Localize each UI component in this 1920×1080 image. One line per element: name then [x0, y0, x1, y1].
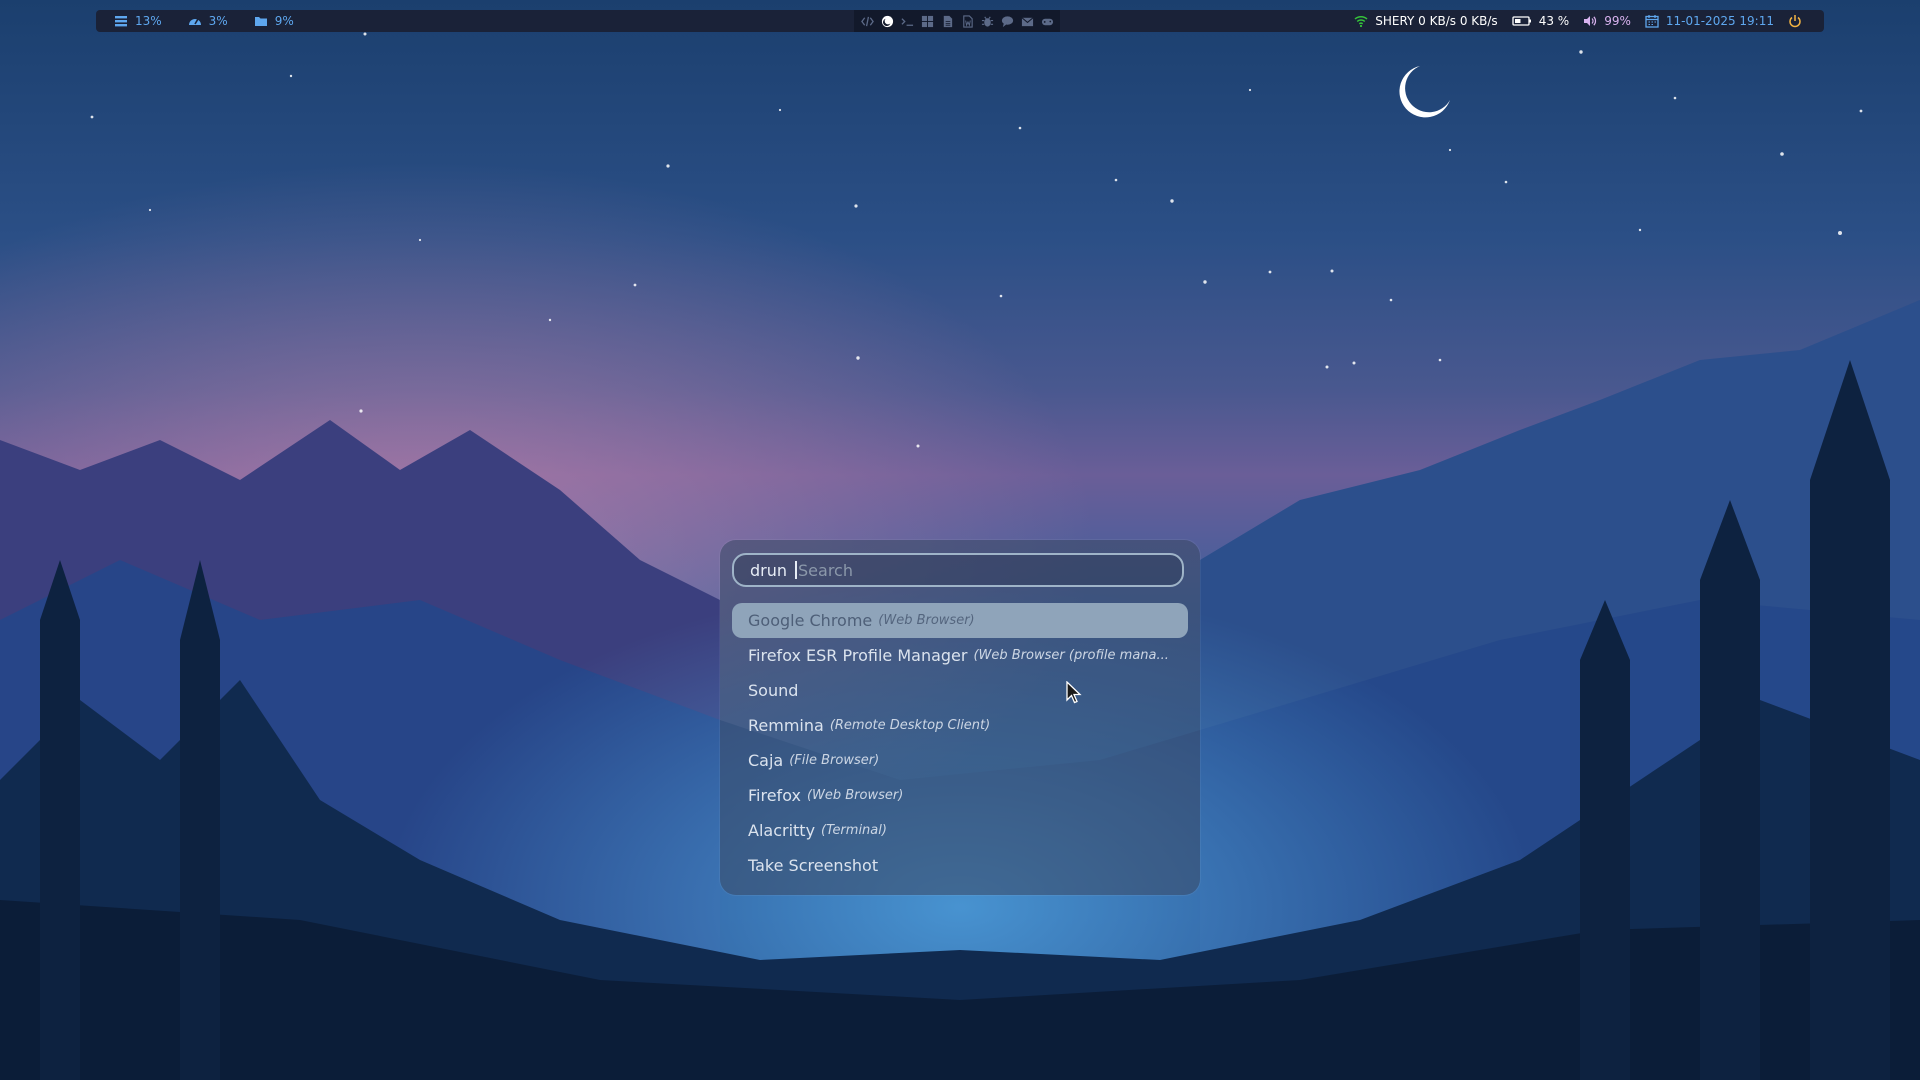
search-input[interactable] — [798, 560, 1159, 580]
workspace-switcher — [854, 10, 1060, 32]
speedometer-icon — [188, 14, 202, 28]
result-item-firefox[interactable]: Firefox (Web Browser) — [732, 778, 1188, 813]
chat-icon[interactable] — [1000, 14, 1014, 28]
cpu-usage-stat[interactable]: 3% — [188, 14, 228, 28]
terminal-icon[interactable] — [900, 14, 914, 28]
result-item-take-screenshot[interactable]: Take Screenshot — [732, 848, 1188, 883]
volume-status[interactable]: 99% — [1583, 14, 1631, 28]
battery-icon — [1512, 14, 1532, 28]
storage-icon — [114, 14, 128, 28]
network-status-text: SHERY 0 KB/s 0 KB/s — [1375, 14, 1498, 28]
result-item-alacritty[interactable]: Alacritty (Terminal) — [732, 813, 1188, 848]
gamepad-icon[interactable] — [1040, 14, 1054, 28]
result-item-remmina[interactable]: Remmina (Remote Desktop Client) — [732, 708, 1188, 743]
search-box[interactable]: drun — [732, 553, 1184, 587]
battery-status[interactable]: 43 % — [1512, 14, 1570, 28]
result-description: (Remote Desktop Client) — [829, 718, 991, 733]
code-icon[interactable] — [860, 14, 874, 28]
result-name: Firefox — [748, 786, 801, 805]
wifi-icon — [1354, 14, 1368, 28]
datetime-value: 11-01-2025 19:11 — [1665, 14, 1774, 28]
result-item-caja[interactable]: Caja (File Browser) — [732, 743, 1188, 778]
bug-icon[interactable] — [980, 14, 994, 28]
result-name: Google Chrome — [748, 611, 873, 630]
result-description: (File Browser) — [789, 753, 880, 768]
result-item-firefox-esr-profile-manager[interactable]: Firefox ESR Profile Manager (Web Browser… — [732, 638, 1188, 673]
result-name: Sound — [748, 681, 799, 700]
top-status-bar: 13% 3% 9% SHERY 0 KB/s 0 KB/s 43 % 99% 1… — [96, 10, 1824, 32]
network-status[interactable]: SHERY 0 KB/s 0 KB/s — [1354, 14, 1498, 28]
word-icon[interactable] — [960, 14, 974, 28]
folder-usage-value: 9% — [274, 14, 294, 28]
result-name: Alacritty — [748, 821, 816, 840]
document-icon[interactable] — [940, 14, 954, 28]
result-name: Firefox ESR Profile Manager — [748, 646, 968, 665]
result-item-sound[interactable]: Sound — [732, 673, 1188, 708]
result-name: Remmina — [748, 716, 824, 735]
mouse-pointer-icon — [1066, 681, 1082, 704]
result-item-google-chrome[interactable]: Google Chrome (Web Browser) — [732, 603, 1188, 638]
folder-icon — [254, 14, 268, 28]
result-description: (Web Browser (profile mana... — [973, 648, 1169, 663]
text-cursor — [795, 561, 798, 579]
power-icon[interactable] — [1788, 14, 1802, 28]
system-tray: SHERY 0 KB/s 0 KB/s 43 % 99% 11-01-2025 … — [1354, 10, 1802, 32]
result-name: Take Screenshot — [748, 856, 879, 875]
mail-icon[interactable] — [1020, 14, 1034, 28]
app-launcher: drun Google Chrome (Web Browser) Firefox… — [720, 540, 1200, 895]
volume-icon — [1583, 14, 1597, 28]
folder-usage-stat[interactable]: 9% — [254, 14, 294, 28]
result-description: (Terminal) — [821, 823, 887, 838]
system-stats: 13% 3% 9% — [114, 10, 294, 32]
datetime-status[interactable]: 11-01-2025 19:11 — [1645, 14, 1774, 28]
disk-usage-stat[interactable]: 13% — [114, 14, 162, 28]
battery-value: 43 % — [1538, 14, 1570, 28]
cpu-usage-value: 3% — [208, 14, 228, 28]
disk-usage-value: 13% — [135, 14, 162, 28]
volume-value: 99% — [1604, 14, 1631, 28]
calendar-icon — [1645, 14, 1659, 28]
windows-icon[interactable] — [920, 14, 934, 28]
result-description: (Web Browser) — [878, 613, 975, 628]
result-list: Google Chrome (Web Browser) Firefox ESR … — [732, 603, 1188, 883]
result-description: (Web Browser) — [806, 788, 904, 803]
result-name: Caja — [748, 751, 784, 770]
firefox-icon[interactable] — [880, 14, 894, 28]
launcher-mode-prompt: drun — [750, 560, 788, 580]
